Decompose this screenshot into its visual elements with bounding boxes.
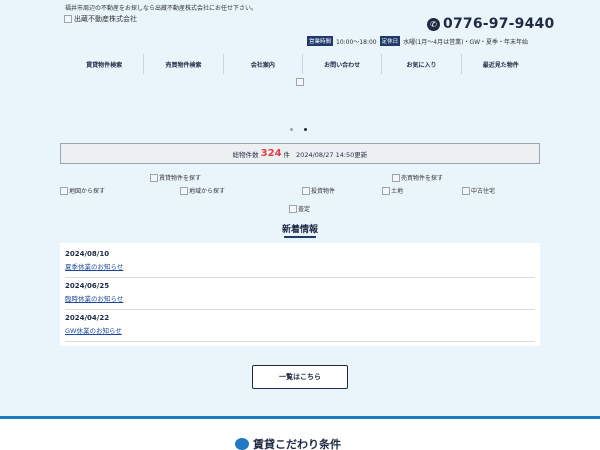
holiday-value: 水曜(1月〜4月は営業)・GW・夏季・年末年始 [403,38,529,46]
count-label: 総物件数 [232,150,259,159]
rent-search-banner[interactable]: 賃貸物件を探す [150,173,201,182]
news-item: 2024/08/10 夏季休業のお知らせ [65,250,535,278]
broken-image-icon [64,15,72,23]
nav-contact[interactable]: お問い合わせ [301,54,381,74]
nav-recently-viewed[interactable]: 最近見た物件 [460,54,540,74]
speech-bubble-icon [235,438,249,450]
slider-dot[interactable] [290,128,293,131]
appraisal-label: 査定 [298,206,311,213]
rental-conditions-title: 賃貸こだわり条件 [253,438,341,450]
news-item: 2024/04/22 GW休業のお知らせ [65,314,535,342]
holiday-tag: 定休日 [379,36,401,46]
buy-search-banner[interactable]: 売買物件を探す [392,173,443,182]
nav-buy-search[interactable]: 売買物件検索 [143,54,222,74]
slider-dot-active[interactable] [304,128,307,131]
broken-image-icon [392,173,400,182]
slider-dots [290,128,307,131]
used-house-label: 中古住宅 [471,188,496,195]
map-search-link[interactable]: 地図から探す [60,186,105,195]
investment-link[interactable]: 投資物件 [302,186,335,195]
broken-image-icon [462,186,470,195]
global-nav: 賃貸物件検索 売買物件検索 会社案内 お問い合わせ お気に入り 最近見た物件 [65,54,540,74]
news-heading-underline [284,236,316,238]
broken-image-icon [289,204,297,213]
broken-image-icon [60,186,68,195]
nav-favorites[interactable]: お気に入り [381,54,460,74]
hours-value: 10:00～18:00 [336,38,377,46]
site-logo[interactable]: 出蔵不動産株式会社 [64,14,137,24]
news-heading: 新着情報 [281,225,318,235]
rental-conditions-section: 賃貸こだわり条件 [0,416,600,450]
count-updated: 2024/08/27 14:50更新 [296,150,368,159]
rental-conditions-heading: 賃貸こだわり条件 [235,436,341,450]
slider-image[interactable] [296,78,304,86]
land-label: 土地 [391,188,404,195]
phone-contact[interactable]: ✆ 0776-97-9440 [427,16,554,32]
logo-alt-text: 出蔵不動産株式会社 [74,15,137,23]
phone-number: 0776-97-9440 [443,16,555,32]
count-unit: 件 [283,150,291,159]
header-tagline: 福井市周辺の不動産をお探しなら出蔵不動産株式会社にお任せ下さい。 [65,5,258,12]
area-search-label: 地域から探す [189,188,226,195]
site-header: 福井市周辺の不動産をお探しなら出蔵不動産株式会社にお任せ下さい。 出蔵不動産株式… [0,0,600,75]
news-link[interactable]: 夏季休業のお知らせ [65,261,535,271]
nav-rent-search[interactable]: 賃貸物件検索 [65,54,143,74]
news-link[interactable]: GW休業のお知らせ [65,325,535,335]
business-hours: 営業時間 10:00～18:00 定休日 水曜(1月〜4月は営業)・GW・夏季・… [307,36,528,46]
appraisal-link[interactable]: 査定 [289,204,310,213]
investment-label: 投資物件 [311,188,336,195]
used-house-link[interactable]: 中古住宅 [462,186,495,195]
map-search-label: 地図から探す [69,188,106,195]
phone-icon: ✆ [427,17,440,31]
rent-search-label: 賃貸物件を探す [159,175,202,182]
news-link[interactable]: 臨時休業のお知らせ [65,293,535,303]
news-more-button[interactable]: 一覧はこちら [252,365,348,389]
nav-company[interactable]: 会社案内 [222,54,302,74]
broken-image-icon [382,186,390,195]
news-date: 2024/06/25 [65,282,110,290]
news-date: 2024/04/22 [65,314,110,322]
property-count-bar: 総物件数 324 件 2024/08/27 14:50更新 [60,143,540,164]
buy-search-label: 売買物件を探す [401,175,444,182]
hours-tag: 営業時間 [307,36,334,46]
broken-image-icon [150,173,158,182]
area-search-link[interactable]: 地域から探す [180,186,225,195]
news-date: 2024/08/10 [65,250,110,258]
news-item: 2024/06/25 臨時休業のお知らせ [65,282,535,310]
count-number: 324 [260,148,282,159]
broken-image-icon [180,186,188,195]
broken-image-icon [302,186,310,195]
land-link[interactable]: 土地 [382,186,403,195]
news-list: 2024/08/10 夏季休業のお知らせ 2024/06/25 臨時休業のお知ら… [60,243,540,346]
